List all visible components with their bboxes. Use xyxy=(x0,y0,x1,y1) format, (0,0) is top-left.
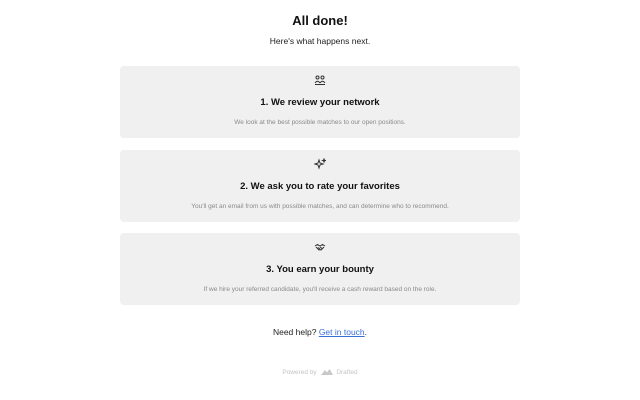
help-prefix: Need help? xyxy=(272,327,317,337)
step-card-review: 1. We review your network We look at the… xyxy=(120,66,520,138)
help-suffix: . xyxy=(364,327,368,337)
step-title: 2. We ask you to rate your favorites xyxy=(240,181,400,192)
page-subtitle: Here's what happens next. xyxy=(269,36,371,46)
step-title: 1. We review your network xyxy=(260,97,380,108)
powered-by-label: Powered by xyxy=(282,369,317,376)
sparkles-icon xyxy=(314,158,326,170)
confirmation-page: All done! Here's what happens next. 1. W… xyxy=(0,0,640,400)
brand-name: Drafted xyxy=(336,369,358,376)
get-in-touch-link[interactable]: Get in touch xyxy=(319,327,365,337)
handshake-icon xyxy=(314,241,326,253)
step-description: We look at the best possible matches to … xyxy=(234,119,406,126)
page-title: All done! xyxy=(292,13,348,28)
step-card-bounty: 3. You earn your bounty If we hire your … xyxy=(120,233,520,305)
step-card-rate: 2. We ask you to rate your favorites You… xyxy=(120,150,520,222)
mountain-logo-icon xyxy=(320,368,333,376)
step-description: If we hire your referred candidate, you'… xyxy=(203,286,437,293)
step-title: 3. You earn your bounty xyxy=(266,264,374,275)
people-search-icon xyxy=(314,74,326,86)
help-line: Need help? Get in touch. xyxy=(0,326,640,338)
powered-by-footer[interactable]: Powered by Drafted xyxy=(0,368,640,378)
step-description: You'll get an email from us with possibl… xyxy=(191,203,449,210)
